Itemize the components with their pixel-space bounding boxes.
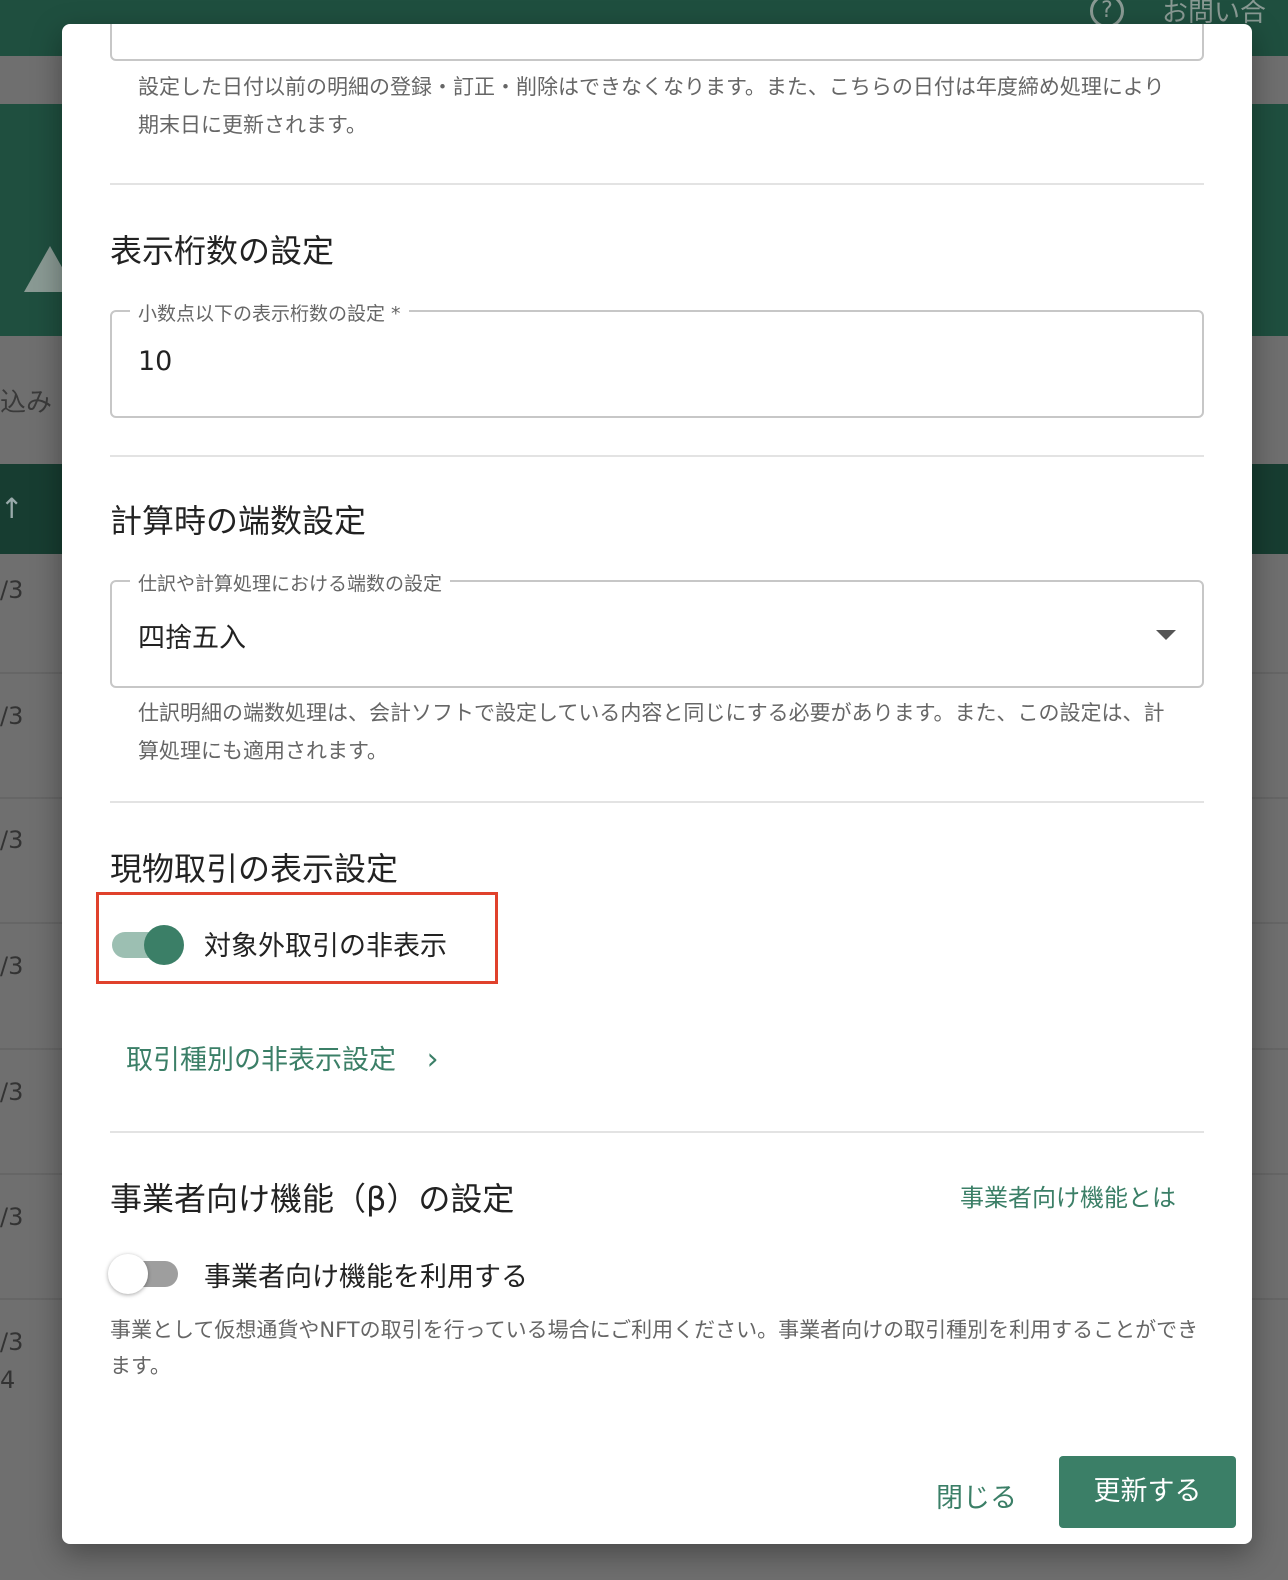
hide-excluded-toggle[interactable]: [112, 925, 186, 965]
sort-arrow-icon: ↑: [0, 492, 24, 525]
background-tab: 込み: [0, 388, 53, 418]
update-button[interactable]: 更新する: [1059, 1456, 1236, 1528]
section-divider: [110, 455, 1204, 457]
hide-trade-types-label: 取引種別の非表示設定: [126, 1045, 396, 1076]
business-help-link[interactable]: 事業者向け機能とは: [960, 1178, 1176, 1213]
hide-excluded-label: 対象外取引の非表示: [204, 931, 447, 962]
decimal-heading: 表示桁数の設定: [110, 232, 335, 270]
close-button[interactable]: 閉じる: [936, 1476, 1017, 1515]
section-divider: [110, 1131, 1204, 1133]
business-heading: 事業者向け機能（β）の設定: [110, 1180, 515, 1218]
business-feature-label: 事業者向け機能を利用する: [204, 1262, 528, 1293]
rounding-heading: 計算時の端数設定: [110, 502, 367, 540]
decimal-places-value: 10: [138, 346, 173, 377]
lock-date-field[interactable]: [110, 24, 1204, 61]
chevron-right-icon: ›: [426, 1042, 439, 1077]
table-row: /3: [0, 1078, 24, 1106]
section-divider: [110, 183, 1204, 185]
rounding-select[interactable]: 仕訳や計算処理における端数の設定 四捨五入: [110, 569, 1204, 688]
table-row: /3: [0, 576, 24, 604]
table-row: /3: [0, 702, 24, 730]
rounding-value: 四捨五入: [138, 623, 246, 654]
hide-trade-types-link[interactable]: 取引種別の非表示設定 ›: [126, 1038, 439, 1077]
settings-dialog: 設定した日付以前の明細の登録・訂正・削除はできなくなります。また、こちらの日付は…: [62, 24, 1252, 1544]
table-row: /3: [0, 1203, 24, 1231]
business-helper: 事業として仮想通貨やNFTの取引を行っている場合にご利用ください。事業者向けの取…: [110, 1318, 1199, 1378]
table-row: /3: [0, 826, 24, 854]
decimal-places-label: 小数点以下の表示桁数の設定 *: [130, 299, 409, 326]
lock-date-helper: 設定した日付以前の明細の登録・訂正・削除はできなくなります。また、こちらの日付は…: [138, 75, 1165, 137]
section-divider: [110, 801, 1204, 803]
business-feature-toggle[interactable]: [108, 1254, 180, 1294]
dropdown-caret-icon: [1156, 630, 1176, 640]
table-row: /3: [0, 1328, 24, 1356]
toggle-thumb: [144, 925, 184, 965]
rounding-label: 仕訳や計算処理における端数の設定: [130, 569, 451, 596]
table-row: /3: [0, 952, 24, 980]
table-row: 4: [0, 1366, 16, 1394]
toggle-thumb: [108, 1254, 148, 1294]
rounding-helper: 仕訳明細の端数処理は、会計ソフトで設定している内容と同じにする必要があります。ま…: [138, 701, 1165, 763]
decimal-places-input[interactable]: 小数点以下の表示桁数の設定 * 10: [110, 299, 1204, 418]
spot-display-heading: 現物取引の表示設定: [110, 850, 399, 888]
